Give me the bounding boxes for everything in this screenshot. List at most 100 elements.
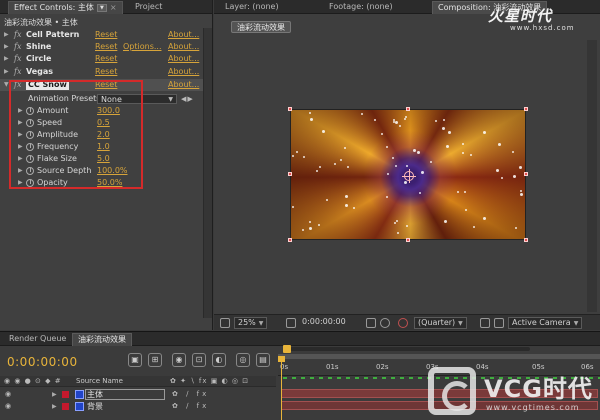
anchor-point-icon[interactable]: [402, 169, 416, 183]
snow-flake: [483, 217, 486, 220]
reset-link[interactable]: Reset: [95, 66, 117, 78]
about-link[interactable]: About...: [168, 79, 199, 91]
reset-link[interactable]: Reset: [95, 53, 117, 65]
snow-flake: [345, 204, 348, 207]
motion-blur-icon[interactable]: ◎: [236, 353, 250, 367]
timeline-timecode[interactable]: 0:00:00:00: [7, 355, 78, 369]
fx-icon[interactable]: fx: [14, 41, 21, 53]
layer-solid-icon: [75, 402, 84, 411]
transform-handle[interactable]: [524, 107, 528, 111]
tab-footage[interactable]: Footage: (none): [324, 1, 398, 14]
composition-viewer[interactable]: [290, 109, 526, 240]
expand-triangle-icon[interactable]: ▶: [4, 66, 9, 78]
work-area-bar[interactable]: [278, 354, 600, 359]
timeline-tab-bar: Render Queue 油彩流动效果: [0, 332, 600, 346]
expand-triangle-icon[interactable]: ▶: [4, 29, 9, 41]
timeline-zoom-slider[interactable]: [290, 347, 530, 351]
show-snapshot-icon[interactable]: [380, 318, 390, 328]
layer-label-color[interactable]: [62, 391, 69, 398]
options-link[interactable]: Options...: [123, 41, 162, 53]
snow-flake: [292, 155, 294, 157]
tab-render-queue[interactable]: Render Queue: [4, 333, 71, 346]
eye-icon[interactable]: ◉: [5, 389, 11, 400]
tab-timeline-comp[interactable]: 油彩流动效果: [72, 333, 132, 346]
snow-flake: [361, 113, 363, 115]
about-link[interactable]: About...: [168, 41, 199, 53]
expand-triangle-icon[interactable]: ▶: [4, 41, 9, 53]
expand-triangle-icon[interactable]: ▶: [52, 401, 57, 412]
layer-row[interactable]: ◉ ▶ 主体 ✿ ∕ fx: [0, 389, 276, 400]
layer-switches-icons[interactable]: ✿ ∕ fx: [172, 401, 209, 412]
fx-icon[interactable]: fx: [14, 53, 21, 65]
layer-name[interactable]: 背景: [87, 401, 103, 412]
tab-effect-controls-label: Effect Controls: 主体: [14, 3, 94, 12]
transform-handle[interactable]: [524, 172, 528, 176]
transform-handle[interactable]: [288, 172, 292, 176]
draft-3d-icon[interactable]: ◉: [172, 353, 186, 367]
snow-flake: [498, 143, 501, 146]
composition-name-button[interactable]: 油彩流动效果: [231, 21, 291, 33]
preset-nav-arrows-icon[interactable]: ◀▶: [181, 93, 194, 105]
effect-controls-panel: Effect Controls: 主体 ▼ × Project 油彩流动效果 • 主…: [0, 0, 213, 330]
layer-row[interactable]: ◉ ▶ 背景 ✿ ∕ fx: [0, 401, 276, 412]
effect-row-circle[interactable]: ▶ fx Circle Reset About...: [0, 53, 208, 65]
tab-effect-controls[interactable]: Effect Controls: 主体 ▼ ×: [8, 1, 123, 14]
always-preview-icon[interactable]: [220, 318, 230, 328]
region-of-interest-icon[interactable]: [480, 318, 490, 328]
transform-handle[interactable]: [288, 238, 292, 242]
expand-triangle-icon[interactable]: ▶: [52, 389, 57, 400]
tab-layer[interactable]: Layer: (none): [220, 1, 284, 14]
current-time-display[interactable]: 0:00:00:00: [302, 317, 346, 329]
chevron-down-icon[interactable]: ▼: [96, 3, 107, 12]
snow-flake: [344, 147, 346, 149]
snow-flake: [464, 191, 466, 193]
snow-flake: [309, 112, 311, 114]
camera-snapshot-icon[interactable]: [366, 318, 376, 328]
collapse-triangle-icon[interactable]: ▼: [4, 79, 9, 91]
transform-handle[interactable]: [524, 238, 528, 242]
fx-icon[interactable]: fx: [14, 66, 21, 78]
snow-flake: [309, 227, 312, 230]
color-channel-icon[interactable]: [398, 318, 408, 328]
fx-icon[interactable]: fx: [14, 29, 21, 41]
composition-mini-flowchart-icon[interactable]: ⊞: [148, 353, 162, 367]
layer-label-color[interactable]: [62, 403, 69, 410]
transform-handle[interactable]: [288, 107, 292, 111]
transform-handle[interactable]: [406, 107, 410, 111]
effect-controls-header: 油彩流动效果 • 主体: [4, 18, 78, 27]
vcg-watermark-url: www.vcgtimes.com: [486, 403, 580, 412]
effect-row-shine[interactable]: ▶ fx Shine Reset Options... About...: [0, 41, 208, 53]
tab-project[interactable]: Project: [130, 1, 167, 14]
vcg-watermark: VCG时代 www.vcgtimes.com: [428, 363, 598, 420]
source-name-header[interactable]: Source Name: [76, 376, 123, 387]
expand-triangle-icon[interactable]: ▶: [4, 53, 9, 65]
effect-row-cell-pattern[interactable]: ▶ fx Cell Pattern Reset About...: [0, 29, 208, 41]
snow-flake: [303, 156, 305, 158]
reset-link[interactable]: Reset: [95, 41, 117, 53]
snow-flake: [386, 146, 388, 148]
about-link[interactable]: About...: [168, 29, 199, 41]
transform-handle[interactable]: [406, 238, 410, 242]
frame-blending-icon[interactable]: ◐: [212, 353, 226, 367]
resolution-select[interactable]: (Quarter) ▼: [414, 317, 467, 329]
camera-select[interactable]: Active Camera ▼: [508, 317, 583, 329]
eye-icon[interactable]: ◉: [5, 401, 11, 412]
about-link[interactable]: About...: [168, 53, 199, 65]
transparency-grid-icon[interactable]: [494, 318, 504, 328]
effect-row-vegas[interactable]: ▶ fx Vegas Reset About...: [0, 66, 208, 78]
viewer-scrollbar[interactable]: [587, 40, 597, 312]
search-icon[interactable]: ▣: [128, 353, 142, 367]
hide-shy-layers-icon[interactable]: ⊡: [192, 353, 206, 367]
left-panel-scrollbar[interactable]: [203, 28, 212, 318]
title-safe-icon[interactable]: [286, 318, 296, 328]
snow-flake: [404, 181, 407, 184]
layer-switches-icons[interactable]: ✿ ∕ fx: [172, 389, 209, 400]
reset-link[interactable]: Reset: [95, 29, 117, 41]
layer-name[interactable]: 主体: [87, 389, 103, 400]
zoom-select[interactable]: 25% ▼: [234, 317, 268, 329]
timeline-zoom-thumb[interactable]: [283, 345, 291, 353]
about-link[interactable]: About...: [168, 66, 199, 78]
snow-flake: [421, 171, 424, 174]
close-icon[interactable]: ×: [110, 3, 117, 12]
graph-editor-icon[interactable]: ▤: [256, 353, 270, 367]
